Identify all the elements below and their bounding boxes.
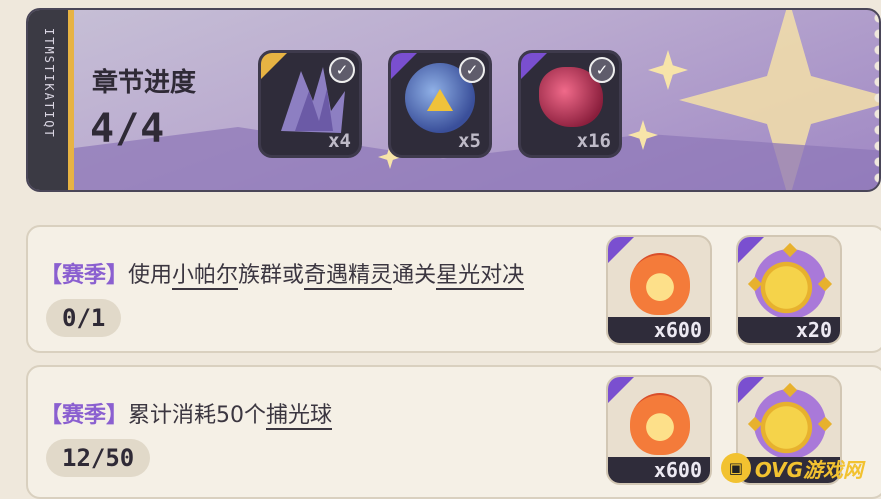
desc-link-segment[interactable]: 星光对决 — [436, 263, 525, 290]
reward-count: x600 — [653, 458, 702, 482]
rarity-corner — [608, 377, 634, 403]
flame-icon — [630, 253, 690, 315]
strip-runes: ITMSTIKATIQT — [42, 28, 56, 139]
task-progress: 12/50 — [46, 439, 151, 477]
claimed-check-icon: ✓ — [589, 57, 615, 83]
site-watermark: ▣ OVG游戏网 — [720, 453, 863, 483]
reward-count: x5 — [458, 130, 481, 152]
task-description: 【赛季】使用小帕尔族群或奇遇精灵通关星光对决 — [40, 257, 525, 290]
desc-segment: 通关 — [392, 263, 437, 288]
task-tag: 【赛季】 — [40, 263, 129, 288]
task-progress: 0/1 — [46, 299, 122, 337]
watermark-text: OVG游戏网 — [754, 457, 863, 482]
reward-count: x4 — [328, 130, 351, 152]
desc-segment: 族群或 — [238, 263, 305, 288]
chapter-reward-crystal[interactable]: ✓ x4 — [258, 50, 362, 158]
desc-segment: 累计消耗50个 — [128, 403, 267, 428]
chapter-accent-stripe — [68, 10, 74, 190]
ticket-edge — [869, 10, 879, 190]
chapter-progress-value: 4/4 — [90, 106, 166, 152]
flame-icon — [630, 393, 690, 455]
spiked-coin-icon — [747, 242, 833, 319]
chapter-reward-gem[interactable]: ✓ x16 — [518, 50, 622, 158]
chapter-progress-card: ITMSTIKATIQT 章节进度 4/4 ✓ x4 ✓ x5 ✓ x16 — [26, 8, 881, 192]
rarity-corner — [738, 237, 764, 263]
task-tag: 【赛季】 — [40, 403, 129, 428]
spiked-coin-icon — [747, 382, 833, 459]
task-reward-coin[interactable]: x20 — [736, 235, 842, 345]
task-description: 【赛季】累计消耗50个捕光球 — [40, 397, 333, 430]
desc-link-segment[interactable]: 奇遇精灵 — [304, 263, 393, 290]
reward-count: x20 — [795, 318, 832, 342]
claimed-check-icon: ✓ — [459, 57, 485, 83]
task-reward-flame[interactable]: x600 — [606, 375, 712, 485]
chapter-title: 章节进度 — [92, 68, 197, 98]
chapter-reward-orb[interactable]: ✓ x5 — [388, 50, 492, 158]
reward-count: x16 — [576, 130, 611, 152]
rarity-corner — [608, 237, 634, 263]
claimed-check-icon: ✓ — [329, 57, 355, 83]
reward-count: x600 — [653, 318, 702, 342]
watermark-logo-icon: ▣ — [720, 453, 751, 483]
rarity-corner — [738, 377, 764, 403]
chapter-side-strip: ITMSTIKATIQT — [28, 10, 68, 190]
desc-link-segment[interactable]: 捕光球 — [266, 403, 333, 430]
task-card-1: 【赛季】使用小帕尔族群或奇遇精灵通关星光对决 0/1 x600 x20 — [26, 225, 881, 353]
decor-star-small — [648, 50, 688, 90]
desc-link-segment[interactable]: 小帕尔 — [172, 263, 239, 290]
desc-segment: 使用 — [128, 263, 173, 288]
task-reward-flame[interactable]: x600 — [606, 235, 712, 345]
rarity-corner — [521, 53, 547, 79]
